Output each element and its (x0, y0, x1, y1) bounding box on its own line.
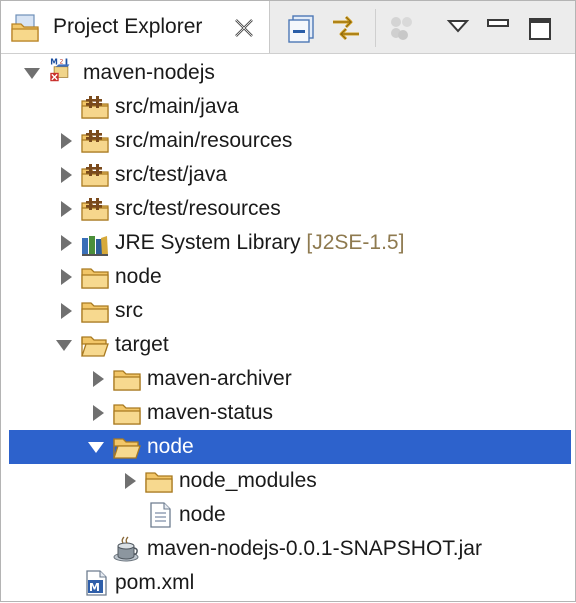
library-name: JRE System Library (115, 231, 301, 254)
library-version-decoration: [J2SE-1.5] (306, 231, 405, 254)
tree-label: src/test/resources (115, 197, 281, 220)
view-header: Project Explorer (1, 1, 575, 54)
maven-pom-icon: M (86, 570, 107, 596)
tree-label: maven-nodejs (83, 61, 215, 84)
folder-icon (145, 472, 173, 493)
expanded-twisty-icon[interactable] (23, 64, 41, 82)
tree-row-target[interactable]: target (1, 328, 575, 362)
filters-button[interactable] (385, 11, 419, 45)
tree-label: JRE System Library [J2SE-1.5] (115, 231, 404, 255)
collapsed-twisty-icon[interactable] (89, 404, 107, 422)
collapsed-twisty-icon[interactable] (89, 370, 107, 388)
tree-label: src/test/java (115, 163, 228, 186)
tree-label: src/main/resources (115, 129, 293, 152)
tree-label: node_modules (179, 469, 317, 492)
tree-row-maven-nodejs[interactable]: M 2 J maven-nodejs (1, 56, 575, 90)
link-with-editor-button[interactable] (329, 11, 363, 45)
file-icon (150, 502, 171, 528)
tree-row-node[interactable]: node (1, 260, 575, 294)
minimize-button[interactable] (481, 11, 515, 45)
svg-text:M: M (50, 57, 58, 66)
tree-row-maven-status[interactable]: maven-status (1, 396, 575, 430)
collapsed-twisty-icon[interactable] (57, 302, 75, 320)
folder-icon (81, 268, 109, 289)
expanded-twisty-icon[interactable] (55, 336, 73, 354)
tree-row-src-main-resources[interactable]: src/main/resources (1, 124, 575, 158)
folder-icon (113, 404, 141, 425)
folder-icon (113, 370, 141, 391)
tree-label: src/main/java (115, 95, 239, 118)
collapsed-twisty-icon[interactable] (57, 200, 75, 218)
tree-label: node (147, 435, 194, 458)
tree-row-node-file[interactable]: node (1, 498, 575, 532)
source-folder-icon (81, 198, 109, 221)
source-folder-icon (81, 130, 109, 153)
svg-text:M: M (89, 581, 100, 594)
collapsed-twisty-icon[interactable] (121, 472, 139, 490)
tree-row-snapshot-jar[interactable]: maven-nodejs-0.0.1-SNAPSHOT.jar (1, 532, 575, 566)
project-explorer-icon (11, 14, 39, 42)
tree-label: src (115, 299, 143, 322)
tree-row-src[interactable]: src (1, 294, 575, 328)
tree-label: maven-nodejs-0.0.1-SNAPSHOT.jar (147, 537, 482, 560)
folder-icon (81, 302, 109, 323)
tree-label: maven-status (147, 401, 274, 424)
tree-row-jre-system-library[interactable]: JRE System Library [J2SE-1.5] (1, 226, 575, 260)
library-icon (82, 236, 108, 256)
tree-label: node (179, 503, 226, 526)
expanded-twisty-icon[interactable] (87, 438, 105, 456)
close-x-icon[interactable] (233, 17, 255, 39)
project-tree: M 2 J maven-nodejs src/main/java src/mai… (1, 55, 575, 603)
tree-row-pom-xml[interactable]: M pom.xml (1, 566, 575, 600)
tab-project-explorer[interactable]: Project Explorer (1, 1, 270, 53)
tree-label: pom.xml (115, 571, 195, 594)
collapsed-twisty-icon[interactable] (57, 268, 75, 286)
maven-project-icon: M 2 J (50, 57, 70, 82)
maximize-button[interactable] (523, 11, 557, 45)
folder-open-icon (113, 438, 141, 459)
view-menu-button[interactable] (441, 11, 475, 45)
tree-row-src-test-resources[interactable]: src/test/resources (1, 192, 575, 226)
tree-row-target-node-selected[interactable]: node (1, 430, 575, 464)
collapse-all-button[interactable] (285, 11, 319, 45)
tree-label: node (115, 265, 162, 288)
source-folder-icon (81, 164, 109, 187)
view-title: Project Explorer (53, 15, 203, 38)
toolbar-separator (375, 9, 376, 47)
collapsed-twisty-icon[interactable] (57, 132, 75, 150)
project-explorer-view: Project Explorer M 2 J maven-nodejs src/… (0, 0, 576, 602)
collapsed-twisty-icon[interactable] (57, 166, 75, 184)
jar-icon (113, 536, 139, 562)
tree-row-maven-archiver[interactable]: maven-archiver (1, 362, 575, 396)
tree-row-node-modules[interactable]: node_modules (1, 464, 575, 498)
tree-label: target (115, 333, 169, 356)
tree-row-src-test-java[interactable]: src/test/java (1, 158, 575, 192)
source-folder-icon (81, 96, 109, 119)
collapsed-twisty-icon[interactable] (57, 234, 75, 252)
folder-open-icon (81, 336, 109, 357)
tree-label: maven-archiver (147, 367, 292, 390)
tree-row-src-main-java[interactable]: src/main/java (1, 90, 575, 124)
